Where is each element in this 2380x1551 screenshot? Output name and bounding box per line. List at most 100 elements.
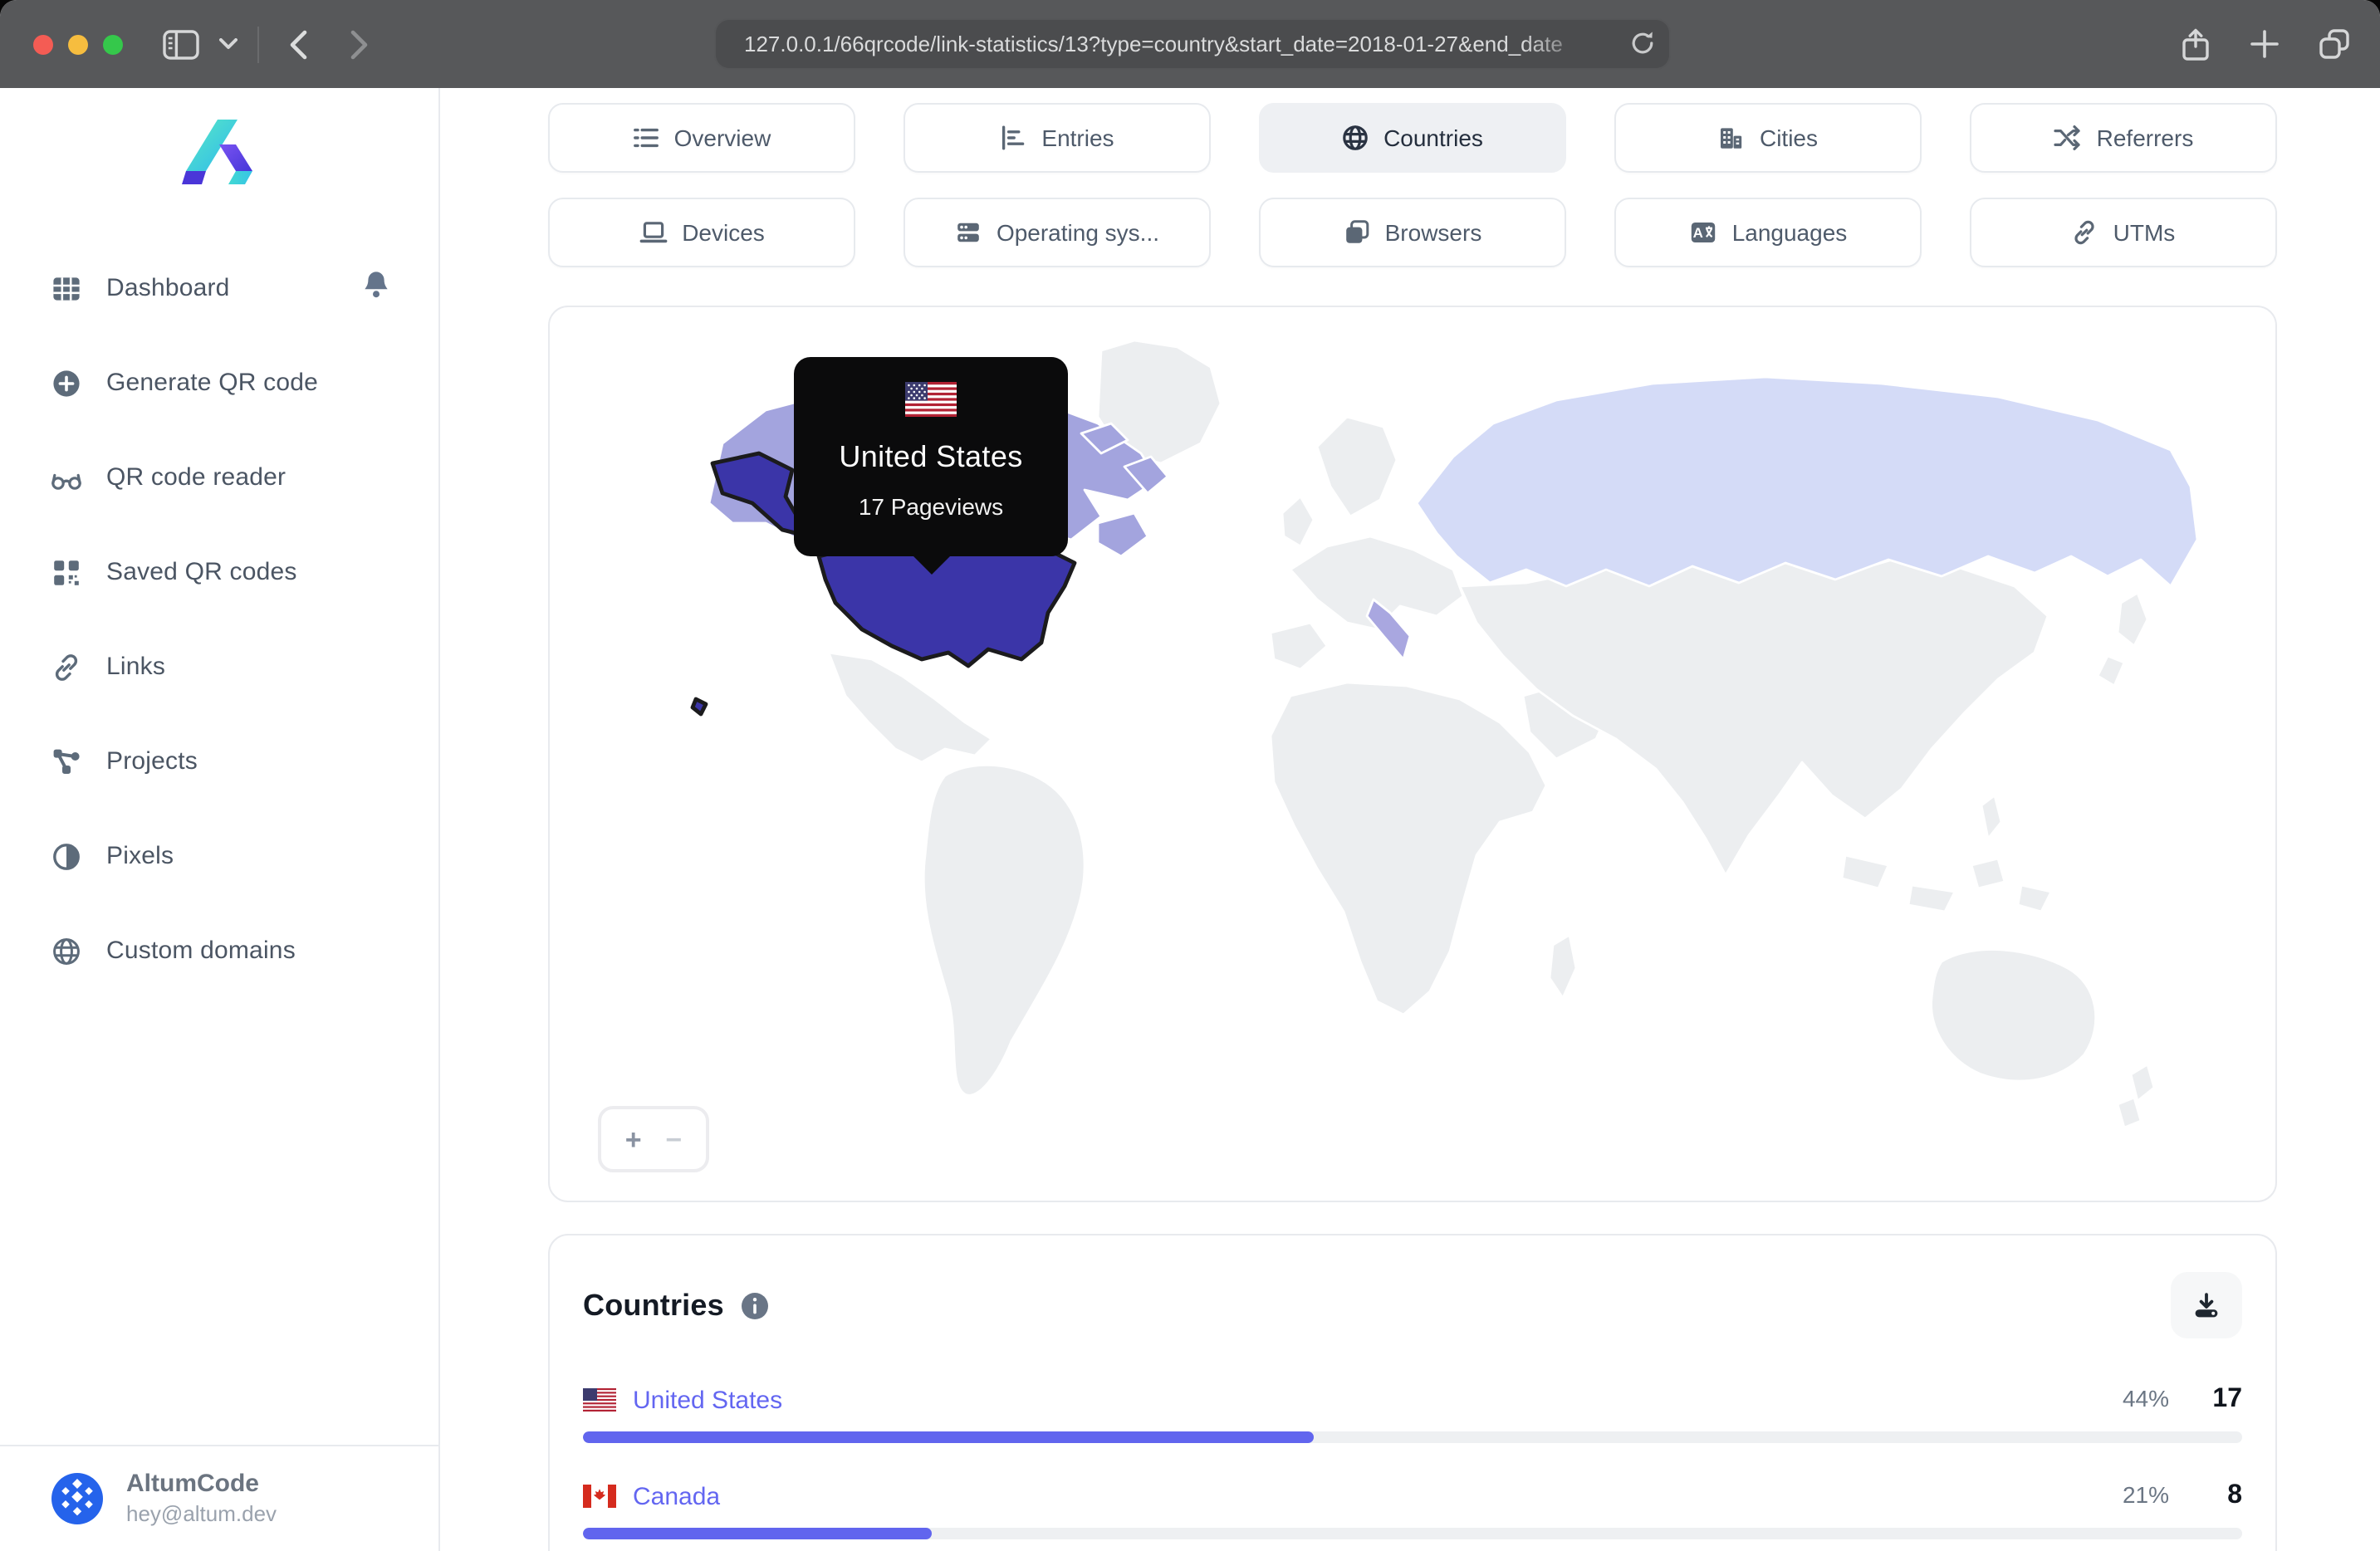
sidebar-menu-chevron[interactable]: [219, 38, 238, 50]
browser-toolbar: 127.0.0.1/66qrcode/link-statistics/13?ty…: [0, 0, 2380, 90]
share-button[interactable]: [2181, 27, 2211, 61]
sidebar-item-pixels[interactable]: Pixels: [0, 809, 438, 903]
tabs-icon: [2319, 29, 2349, 59]
new-tab-button[interactable]: [2250, 30, 2279, 58]
sidebar-item-qr-code-reader[interactable]: QR code reader: [0, 430, 438, 525]
map-tooltip: United States 17 Pageviews: [794, 357, 1068, 556]
reload-icon: [1632, 32, 1653, 54]
download-icon: [2195, 1292, 2218, 1317]
sidebar-item-label: Links: [106, 653, 166, 681]
forward-arrow-icon: [350, 29, 368, 59]
stat-tabs: Overview Entries Countries Cities Referr…: [548, 103, 2277, 267]
globe-icon: [53, 937, 80, 964]
progress-bar: [583, 1528, 2242, 1539]
tab-overview-button[interactable]: [2319, 28, 2350, 60]
zoom-in-button[interactable]: +: [625, 1125, 642, 1153]
tab-countries[interactable]: Countries: [1259, 103, 1566, 173]
back-button[interactable]: [289, 29, 307, 59]
language-icon: A: [1691, 223, 1715, 242]
zoom-window-button[interactable]: [103, 34, 123, 54]
sidebar-item-label: QR code reader: [106, 463, 286, 492]
info-icon[interactable]: [741, 1291, 769, 1319]
chevron-down-icon: [219, 38, 238, 49]
traffic-lights: [33, 34, 123, 54]
tab-operating-systems[interactable]: Operating sys...: [904, 198, 1211, 267]
sidebar-item-links[interactable]: Links: [0, 619, 438, 714]
avatar: [51, 1473, 103, 1524]
sidebar-item-label: Generate QR code: [106, 369, 319, 397]
bar-chart-icon: [1002, 125, 1025, 150]
forward-button[interactable]: [350, 29, 369, 59]
sidebar-item-label: Saved QR codes: [106, 558, 297, 586]
tab-utms[interactable]: UTMs: [1970, 198, 2277, 267]
tab-label: Countries: [1383, 125, 1483, 151]
table-row-united-states: United States 44% 17: [583, 1385, 2242, 1443]
reload-button[interactable]: [1629, 30, 1656, 56]
country-link[interactable]: Canada: [633, 1482, 720, 1510]
tooltip-country-name: United States: [839, 440, 1023, 473]
country-percent: 44%: [2122, 1385, 2169, 1412]
close-window-button[interactable]: [33, 34, 53, 54]
sidebar-item-custom-domains[interactable]: Custom domains: [0, 903, 438, 998]
country-count: 17: [2212, 1385, 2242, 1413]
notifications-button[interactable]: [362, 269, 390, 307]
sidebar: Dashboard Generate QR code QR code reade…: [0, 88, 440, 1551]
share-icon: [2182, 27, 2209, 60]
user-account[interactable]: AltumCode hey@altum.dev: [0, 1445, 438, 1551]
tab-languages[interactable]: A Languages: [1614, 198, 1922, 267]
download-button[interactable]: [2171, 1272, 2242, 1338]
main-content: Overview Entries Countries Cities Referr…: [440, 88, 2380, 1551]
tab-label: Operating sys...: [996, 219, 1160, 246]
progress-bar-fill: [583, 1528, 932, 1539]
sidebar-nav: Dashboard Generate QR code QR code reade…: [0, 241, 438, 998]
sidebar-item-dashboard[interactable]: Dashboard: [0, 241, 438, 335]
countries-card: Countries United States 44% 17 Canada 21…: [548, 1234, 2277, 1551]
url-fade: [1521, 20, 1614, 68]
zoom-out-button[interactable]: −: [665, 1125, 682, 1153]
tab-label: UTMs: [2113, 219, 2176, 246]
user-name: AltumCode: [126, 1470, 259, 1498]
tab-overview[interactable]: Overview: [548, 103, 855, 173]
progress-bar-fill: [583, 1431, 1314, 1443]
sidebar-item-generate-qr-code[interactable]: Generate QR code: [0, 335, 438, 430]
globe-icon: [1343, 125, 1368, 150]
shuffle-icon: [2054, 125, 2081, 150]
minimize-window-button[interactable]: [68, 34, 88, 54]
tab-referrers[interactable]: Referrers: [1970, 103, 2277, 173]
progress-bar: [583, 1431, 2242, 1443]
link-icon: [2075, 220, 2095, 245]
tab-cities[interactable]: Cities: [1614, 103, 1922, 173]
dashboard-grid-icon: [53, 276, 80, 300]
sidebar-item-projects[interactable]: Projects: [0, 714, 438, 809]
countries-title: Countries: [583, 1288, 724, 1321]
sidebar-item-label: Custom domains: [106, 937, 296, 965]
toolbar-divider: [257, 26, 259, 62]
sidebar-item-label: Dashboard: [106, 274, 230, 302]
url-text: 127.0.0.1/66qrcode/link-statistics/13?ty…: [744, 32, 1563, 56]
project-nodes-icon: [53, 748, 80, 773]
altumcode-logo: [182, 120, 252, 184]
tab-label: Overview: [673, 125, 771, 151]
tab-label: Browsers: [1384, 219, 1482, 246]
app-content: Dashboard Generate QR code QR code reade…: [0, 88, 2380, 1551]
browser-window: 127.0.0.1/66qrcode/link-statistics/13?ty…: [0, 0, 2380, 1551]
qr-code-icon: [54, 560, 79, 585]
address-bar[interactable]: 127.0.0.1/66qrcode/link-statistics/13?ty…: [714, 18, 1671, 70]
tab-label: Cities: [1759, 125, 1818, 151]
us-flag-icon: [794, 382, 1068, 425]
laptop-icon: [639, 222, 667, 243]
tab-devices[interactable]: Devices: [548, 198, 855, 267]
world-map-card: United States 17 Pageviews + −: [548, 306, 2277, 1202]
sidebar-item-saved-qr-codes[interactable]: Saved QR codes: [0, 525, 438, 619]
tab-entries[interactable]: Entries: [904, 103, 1211, 173]
us-flag-icon: [583, 1388, 616, 1412]
country-count: 8: [2227, 1481, 2242, 1509]
sidebar-toggle-button[interactable]: [163, 29, 199, 59]
map-zoom-controls: + −: [598, 1106, 709, 1172]
bell-icon: [365, 271, 388, 297]
country-link[interactable]: United States: [633, 1386, 782, 1414]
tab-browsers[interactable]: Browsers: [1259, 198, 1566, 267]
plus-icon: [2250, 30, 2279, 58]
link-icon: [55, 653, 78, 680]
country-percent: 21%: [2122, 1481, 2169, 1508]
